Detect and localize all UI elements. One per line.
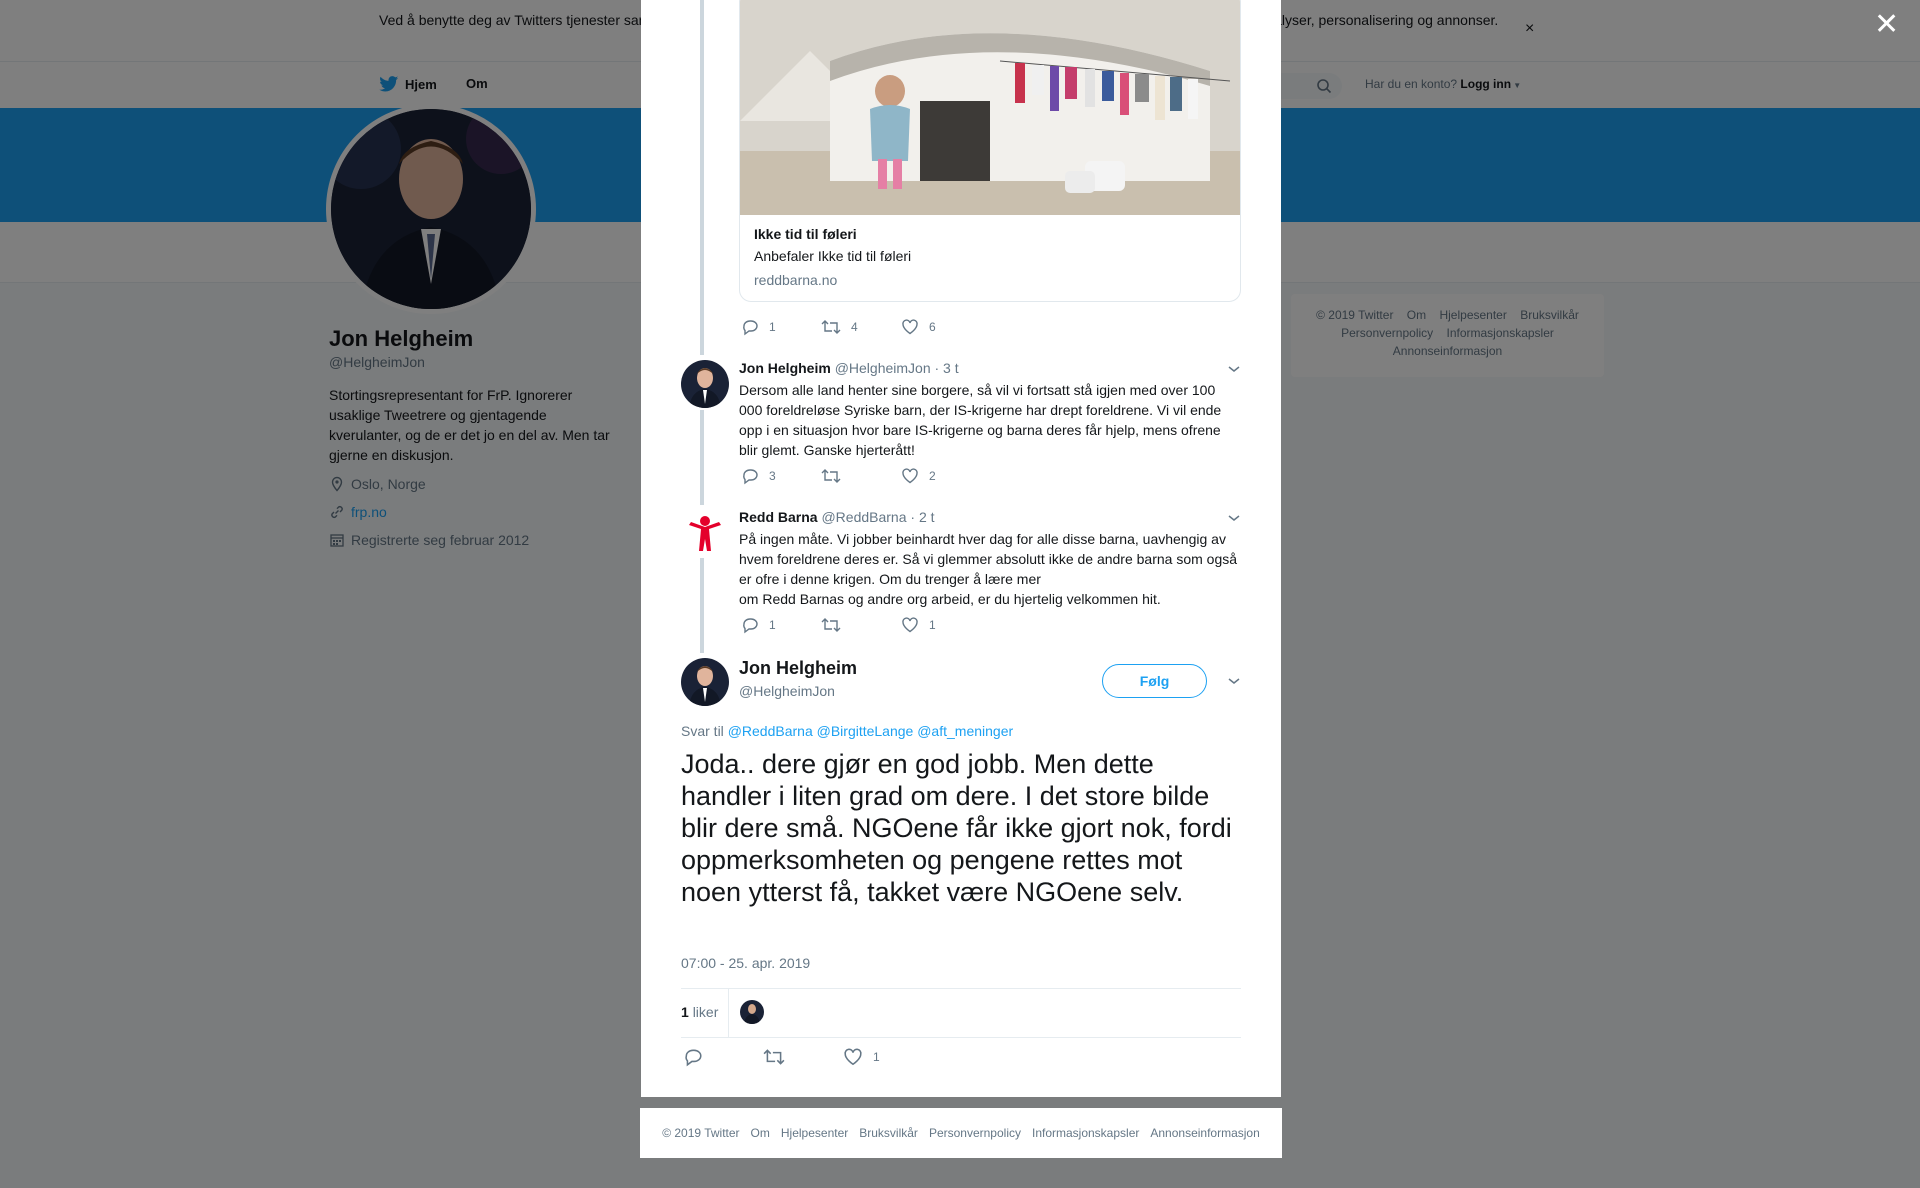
tweet-author-handle[interactable]: @ReddBarna (821, 509, 906, 525)
tweet-actions: 1 4 6 (741, 318, 981, 336)
tweet-text-line: om Redd Barnas og andre org arbeid, er d… (739, 591, 1161, 607)
card-image (740, 0, 1240, 215)
avatar[interactable] (681, 360, 729, 408)
main-tweet-text: Joda.. dere gjør en god jobb. Men dette … (681, 749, 1232, 907)
stats-divider (728, 989, 729, 1037)
avatar[interactable] (681, 509, 729, 557)
tweet-header: Redd Barna @ReddBarna · 2 t (739, 509, 935, 525)
footer-link-help[interactable]: Hjelpesenter (781, 1126, 848, 1140)
tweet-time[interactable]: · 3 t (935, 360, 959, 376)
retweet-button[interactable] (763, 1047, 843, 1067)
tweet-permalink-modal: Ikke tid til føleri Anbefaler Ikke tid t… (641, 0, 1281, 1097)
reply-icon (743, 469, 758, 485)
reply-button[interactable] (683, 1047, 763, 1067)
chevron-down-icon[interactable] (1227, 364, 1241, 374)
reply-count: 1 (769, 320, 776, 334)
like-icon (902, 617, 918, 633)
modal-footer: © 2019 Twitter Om Hjelpesenter Bruksvilk… (640, 1108, 1282, 1158)
like-count: 1 (929, 618, 936, 632)
tweet-actions: 3 2 (741, 467, 981, 485)
footer-link-ads[interactable]: Annonseinformasjon (1150, 1126, 1259, 1140)
tweet-author-handle[interactable]: @HelgheimJon (835, 360, 931, 376)
like-icon (902, 319, 918, 335)
follow-button[interactable]: Følg (1102, 664, 1207, 698)
retweet-button[interactable]: 4 (821, 318, 901, 336)
reply-button[interactable]: 1 (741, 318, 821, 336)
reply-button[interactable]: 3 (741, 467, 821, 485)
footer-link-privacy[interactable]: Personvernpolicy (929, 1126, 1021, 1140)
retweet-icon (821, 469, 841, 483)
retweet-icon (763, 1049, 785, 1065)
footer-copyright: © 2019 Twitter (662, 1126, 740, 1140)
main-tweet-timestamp[interactable]: 07:00 - 25. apr. 2019 (681, 955, 810, 971)
like-button[interactable]: 6 (901, 318, 981, 336)
reply-count: 1 (769, 618, 776, 632)
tweet-author-name[interactable]: Redd Barna (739, 509, 818, 525)
card-title: Ikke tid til føleri (754, 226, 857, 242)
retweet-icon (821, 320, 841, 334)
reply-prefix: Svar til (681, 723, 724, 739)
retweet-icon (821, 618, 841, 632)
card-domain: reddbarna.no (754, 272, 838, 288)
likes-stat-count: 1 (681, 1004, 689, 1020)
footer-link-cookies[interactable]: Informasjonskapsler (1032, 1126, 1139, 1140)
like-count: 6 (929, 320, 936, 334)
main-tweet-actions: 1 (683, 1047, 923, 1067)
like-icon (844, 1048, 862, 1066)
likes-stat-label: liker (692, 1004, 719, 1020)
tweet-stats: 1 liker (681, 988, 1241, 1038)
card-description: Anbefaler Ikke tid til føleri (754, 248, 912, 264)
avatar[interactable] (681, 658, 729, 706)
retweet-count: 4 (851, 320, 858, 334)
close-icon[interactable]: ✕ (1874, 10, 1899, 40)
chevron-down-icon[interactable] (1227, 513, 1241, 523)
reply-mentions[interactable]: @ReddBarna @BirgitteLange @aft_meninger (728, 723, 1013, 739)
like-icon (902, 468, 918, 484)
like-count: 2 (929, 469, 936, 483)
chevron-down-icon[interactable] (1227, 676, 1241, 686)
reply-icon (743, 320, 758, 336)
footer-link-terms[interactable]: Bruksvilkår (859, 1126, 918, 1140)
reply-button[interactable]: 1 (741, 616, 821, 634)
tweet-header: Jon Helgheim @HelgheimJon · 3 t (739, 360, 959, 376)
reply-icon (685, 1049, 702, 1067)
reply-icon (743, 618, 758, 634)
main-tweet-author-handle[interactable]: @HelgheimJon (739, 683, 835, 699)
like-button[interactable]: 2 (901, 467, 981, 485)
thread-line (700, 0, 704, 355)
tweet-text-line: På ingen måte. Vi jobber beinhardt hver … (739, 531, 1238, 587)
likes-stat[interactable]: 1 liker (681, 1004, 718, 1020)
thread-tweet[interactable]: Jon Helgheim @HelgheimJon · 3 t Dersom a… (681, 360, 1241, 470)
link-preview-card[interactable]: Ikke tid til føleri Anbefaler Ikke tid t… (739, 0, 1241, 302)
footer-link-about[interactable]: Om (751, 1126, 770, 1140)
tweet-author-name[interactable]: Jon Helgheim (739, 360, 831, 376)
like-button[interactable]: 1 (901, 616, 981, 634)
tweet-text: På ingen måte. Vi jobber beinhardt hver … (739, 529, 1239, 609)
thread-tweet[interactable]: Redd Barna @ReddBarna · 2 t På ingen måt… (681, 509, 1241, 619)
liker-avatar[interactable] (740, 1000, 764, 1024)
like-button[interactable]: 1 (843, 1047, 923, 1067)
reply-context: Svar til @ReddBarna @BirgitteLange @aft_… (681, 723, 1013, 739)
retweet-button[interactable] (821, 616, 901, 634)
tweet-time[interactable]: · 2 t (910, 509, 934, 525)
reply-count: 3 (769, 469, 776, 483)
main-tweet-author-name[interactable]: Jon Helgheim (739, 658, 857, 679)
tweet-text: Dersom alle land henter sine borgere, så… (739, 382, 1222, 458)
like-count: 1 (873, 1050, 880, 1064)
tweet-actions: 1 1 (741, 616, 981, 634)
retweet-button[interactable] (821, 467, 901, 485)
